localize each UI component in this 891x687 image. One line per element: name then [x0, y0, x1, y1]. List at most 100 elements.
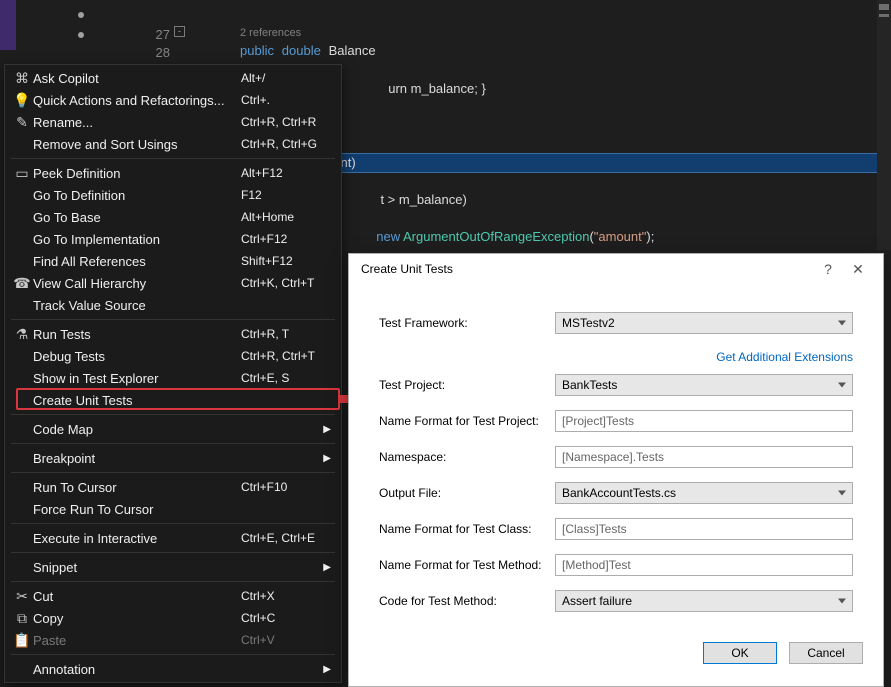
label-test-framework: Test Framework:: [379, 316, 555, 330]
menu-goto-definition[interactable]: Go To DefinitionF12: [5, 184, 341, 206]
menu-separator: [11, 158, 335, 159]
rename-icon: ✎: [11, 114, 33, 131]
punct: ): [351, 155, 355, 170]
submenu-arrow-icon: ▶: [323, 424, 331, 435]
hierarchy-icon: ☎: [11, 275, 33, 292]
menu-separator: [11, 443, 335, 444]
shortcut: Ctrl+R, Ctrl+T: [241, 349, 333, 363]
label-name-format-class: Name Format for Test Class:: [379, 522, 555, 536]
punct: );: [646, 229, 654, 244]
shortcut: Ctrl+R, Ctrl+G: [241, 137, 333, 151]
keyword: double: [282, 43, 321, 58]
menu-execute-interactive[interactable]: Execute in InteractiveCtrl+E, Ctrl+E: [5, 527, 341, 549]
submenu-arrow-icon: ▶: [323, 562, 331, 573]
link-get-extensions[interactable]: Get Additional Extensions: [716, 350, 853, 364]
shortcut: Ctrl+F10: [241, 480, 333, 494]
keyword: public: [240, 43, 274, 58]
dropdown-code-test-method[interactable]: Assert failure: [555, 590, 853, 612]
label-name-format-project: Name Format for Test Project:: [379, 414, 555, 428]
line-number-28: 28: [110, 44, 170, 62]
menu-separator: [11, 414, 335, 415]
type-name: ArgumentOutOfRangeException: [400, 229, 589, 244]
menu-create-unit-tests[interactable]: Create Unit Tests: [5, 389, 341, 411]
dropdown-test-framework[interactable]: MSTestv2: [555, 312, 853, 334]
menu-goto-base[interactable]: Go To BaseAlt+Home: [5, 206, 341, 228]
label-output-file: Output File:: [379, 486, 555, 500]
string-literal: "amount": [594, 229, 647, 244]
ok-button[interactable]: OK: [703, 642, 777, 664]
menu-code-map[interactable]: Code Map▶: [5, 418, 341, 440]
copilot-icon: ⌘: [11, 70, 33, 87]
input-name-format-project[interactable]: [555, 410, 853, 432]
line-number-27: 27: [110, 26, 170, 44]
context-menu: ⌘Ask CopilotAlt+/ 💡Quick Actions and Ref…: [4, 64, 342, 683]
dialog-title: Create Unit Tests: [361, 262, 813, 276]
input-namespace[interactable]: [555, 446, 853, 468]
shortcut: Ctrl+E, Ctrl+E: [241, 531, 333, 545]
menu-separator: [11, 472, 335, 473]
shortcut: Alt+Home: [241, 210, 333, 224]
bulb-icon: 💡: [11, 92, 33, 109]
menu-force-run-to-cursor[interactable]: Force Run To Cursor: [5, 498, 341, 520]
dialog-titlebar: Create Unit Tests ? ✕: [349, 254, 883, 284]
cancel-button[interactable]: Cancel: [789, 642, 863, 664]
codelens-references[interactable]: 2 references: [240, 27, 301, 39]
submenu-arrow-icon: ▶: [323, 453, 331, 464]
shortcut: Alt+F12: [241, 166, 333, 180]
menu-cut[interactable]: ✂CutCtrl+X: [5, 585, 341, 607]
shortcut: Ctrl+K, Ctrl+T: [241, 276, 333, 290]
menu-separator: [11, 319, 335, 320]
shortcut: Ctrl+E, S: [241, 371, 333, 385]
menu-quick-actions[interactable]: 💡Quick Actions and Refactorings...Ctrl+.: [5, 89, 341, 111]
line-numbers: 27 28: [110, 0, 170, 62]
help-icon[interactable]: ?: [813, 261, 843, 277]
outline-column[interactable]: -: [172, 0, 188, 37]
shortcut: Ctrl+X: [241, 589, 333, 603]
input-name-format-method[interactable]: [555, 554, 853, 576]
menu-track-value-source[interactable]: Track Value Source: [5, 294, 341, 316]
menu-remove-usings[interactable]: Remove and Sort UsingsCtrl+R, Ctrl+G: [5, 133, 341, 155]
menu-run-tests[interactable]: ⚗Run TestsCtrl+R, T: [5, 323, 341, 345]
shortcut: Ctrl+.: [241, 93, 333, 107]
menu-goto-implementation[interactable]: Go To ImplementationCtrl+F12: [5, 228, 341, 250]
keyword: new: [373, 229, 400, 244]
cut-icon: ✂: [11, 588, 33, 605]
dropdown-test-project[interactable]: BankTests: [555, 374, 853, 396]
shortcut: Ctrl+R, T: [241, 327, 333, 341]
code-text: t > m_balance): [380, 192, 466, 207]
menu-ask-copilot[interactable]: ⌘Ask CopilotAlt+/: [5, 67, 341, 89]
left-margin-mark: [0, 0, 16, 50]
shortcut: Shift+F12: [241, 254, 333, 268]
close-icon[interactable]: ✕: [843, 261, 873, 278]
label-code-test-method: Code for Test Method:: [379, 594, 555, 608]
menu-debug-tests[interactable]: Debug TestsCtrl+R, Ctrl+T: [5, 345, 341, 367]
collapse-toggle-icon[interactable]: -: [174, 26, 185, 37]
menu-show-test-explorer[interactable]: Show in Test ExplorerCtrl+E, S: [5, 367, 341, 389]
copy-icon: ⧉: [11, 610, 33, 627]
identifier: Balance: [329, 43, 376, 58]
shortcut: Alt+/: [241, 71, 333, 85]
menu-copy[interactable]: ⧉CopyCtrl+C: [5, 607, 341, 629]
menu-rename[interactable]: ✎Rename...Ctrl+R, Ctrl+R: [5, 111, 341, 133]
menu-separator: [11, 523, 335, 524]
menu-view-call-hierarchy[interactable]: ☎View Call HierarchyCtrl+K, Ctrl+T: [5, 272, 341, 294]
menu-find-references[interactable]: Find All ReferencesShift+F12: [5, 250, 341, 272]
menu-paste: 📋PasteCtrl+V: [5, 629, 341, 651]
menu-annotation[interactable]: Annotation▶: [5, 658, 341, 680]
shortcut: Ctrl+V: [241, 633, 333, 647]
menu-separator: [11, 552, 335, 553]
peek-icon: ▭: [11, 165, 33, 182]
submenu-arrow-icon: ▶: [323, 664, 331, 675]
menu-run-to-cursor[interactable]: Run To CursorCtrl+F10: [5, 476, 341, 498]
menu-breakpoint[interactable]: Breakpoint▶: [5, 447, 341, 469]
menu-snippet[interactable]: Snippet▶: [5, 556, 341, 578]
shortcut: Ctrl+F12: [241, 232, 333, 246]
label-test-project: Test Project:: [379, 378, 555, 392]
dropdown-output-file[interactable]: BankAccountTests.cs: [555, 482, 853, 504]
input-name-format-class[interactable]: [555, 518, 853, 540]
minimap[interactable]: [877, 0, 891, 250]
create-unit-tests-dialog: Create Unit Tests ? ✕ Test Framework: MS…: [348, 253, 884, 687]
menu-peek-definition[interactable]: ▭Peek DefinitionAlt+F12: [5, 162, 341, 184]
label-namespace: Namespace:: [379, 450, 555, 464]
flask-icon: ⚗: [11, 326, 33, 343]
